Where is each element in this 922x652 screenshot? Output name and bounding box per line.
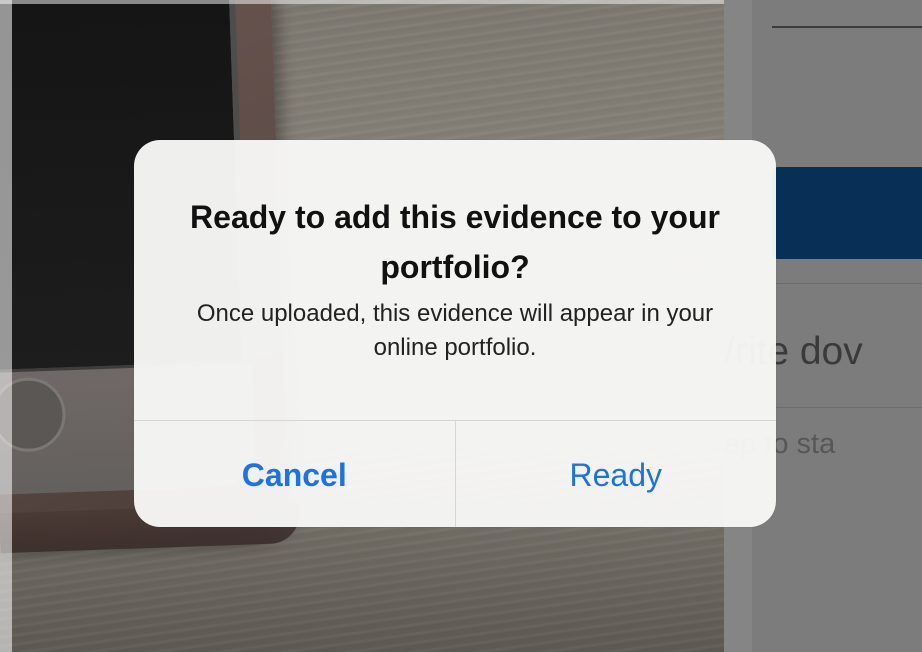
screen: /rite dov ap to sta Ready to add this ev… bbox=[0, 0, 922, 652]
photo-frame-edge bbox=[0, 0, 12, 652]
ready-button[interactable]: Ready bbox=[456, 421, 777, 527]
confirm-upload-alert: Ready to add this evidence to your portf… bbox=[134, 140, 776, 527]
panel-separator bbox=[752, 407, 922, 408]
alert-title: Ready to add this evidence to your portf… bbox=[190, 199, 720, 285]
photo-frame-top-edge bbox=[0, 0, 724, 4]
panel-primary-button bbox=[772, 167, 922, 259]
panel-underline bbox=[772, 26, 922, 28]
panel-separator bbox=[752, 283, 922, 284]
alert-actions: Cancel Ready bbox=[134, 420, 776, 527]
alert-message: Once uploaded, this evidence will appear… bbox=[196, 300, 714, 361]
cancel-button[interactable]: Cancel bbox=[134, 421, 456, 527]
